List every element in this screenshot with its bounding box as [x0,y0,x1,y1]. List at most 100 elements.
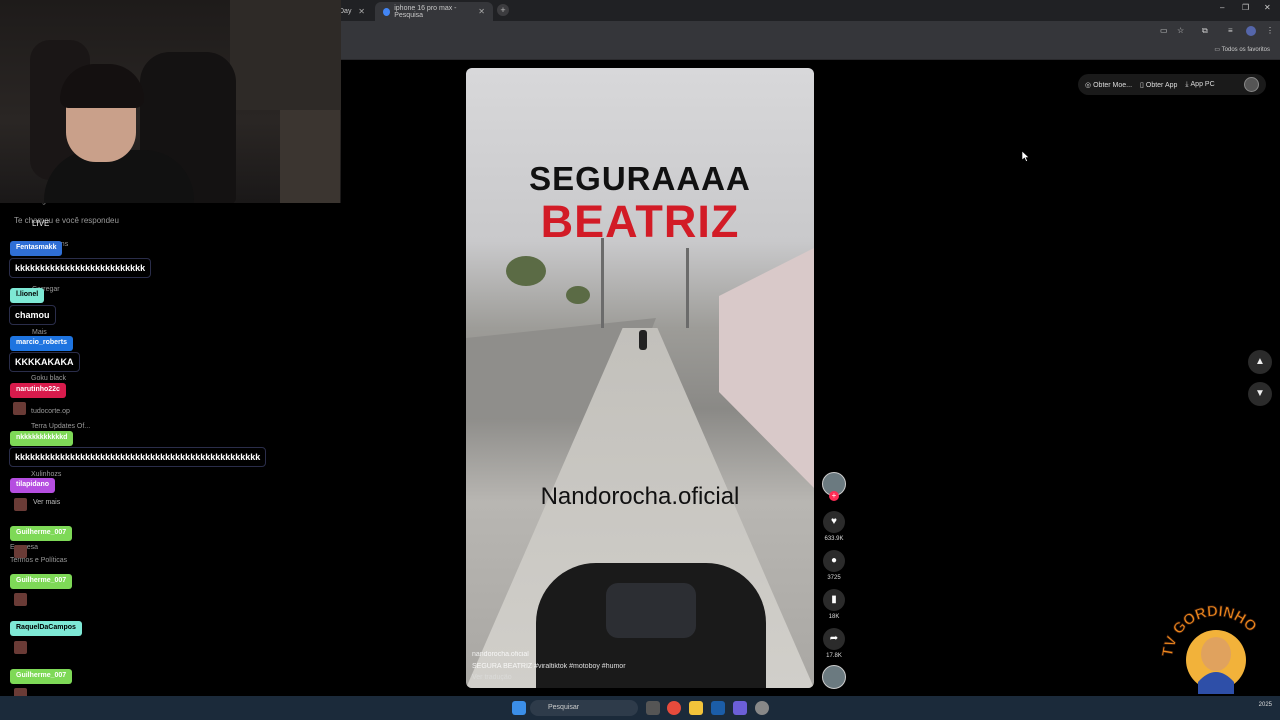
chat-avatar [14,593,27,606]
profile-icon[interactable] [1246,26,1256,36]
minimize-icon[interactable]: – [1220,3,1224,12]
comment-icon[interactable]: ● [823,550,845,572]
video-player[interactable]: SEGURAAAA BEATRIZ Nandorocha.oficial nan… [466,68,814,688]
windows-start-icon[interactable] [512,701,526,715]
chat-username: nkkkkkkkkkkkd [10,431,74,446]
like-action[interactable]: ♥ 633.9K [822,511,846,542]
chat-message: kkkkkkkkkkkkkkkkkkkkkkkkkkkkkkkkkkkkkkkk… [9,447,267,467]
pc-app-label: App PC [1190,80,1215,88]
background-wall [230,0,341,110]
video-scene-pole [686,248,689,328]
google-icon [383,7,391,16]
channel-logo: TV GORDINHO [1159,602,1272,702]
kebab-menu-icon[interactable]: ⋮ [1266,26,1274,35]
background-furniture [280,110,340,203]
cast-icon[interactable]: ▭ [1160,26,1168,35]
sound-disc-icon[interactable] [822,665,846,689]
close-window-icon[interactable]: ✕ [1264,3,1271,12]
sidebar-item-more[interactable]: Mais [32,329,47,336]
chat-username-text: nkkkkkkkkkkkd [16,434,68,441]
video-scene-wall [719,248,814,488]
steam-icon[interactable] [711,701,725,715]
chat-username-text: RaquelDaCampos [16,624,76,631]
screen: { "browser": { "tabs": [ {"title": "Day"… [0,0,1280,720]
chat-username: Fentasmakk [10,241,63,256]
chat-username: Guilherme_007 [10,574,73,589]
app-icon[interactable] [755,701,769,715]
chat-avatar [14,641,27,654]
video-scene-tree [566,286,590,304]
video-scene-person [639,330,647,350]
sidebar-account[interactable]: Goku black [31,375,66,382]
download-icon: ⤓ [1185,80,1189,88]
share-count: 17.8K [826,653,842,659]
close-tab-icon[interactable]: ✕ [478,7,485,16]
chat-username: tilapidano [10,478,56,493]
see-more-link[interactable]: Ver mais [33,499,60,506]
chat-username-text: l.lionel [16,291,39,298]
all-bookmarks[interactable]: ▭ Todos os favoritos [1214,46,1270,53]
chat-avatar [14,545,27,558]
chat-message: chamou [9,305,56,325]
sidebar-item-live[interactable]: LIVE [32,219,49,228]
chat-username-text: tilapidano [16,481,50,488]
discord-icon[interactable] [733,701,747,715]
tab-iphone-search[interactable]: iphone 16 pro max - Pesquisa ✕ [375,2,493,21]
streamer-hair [60,64,144,108]
windows-taskbar [0,696,1280,720]
bookmark-icon[interactable]: ▮ [823,589,845,611]
chat-message: KKKKAKAKA [9,352,80,372]
new-tab-button[interactable]: + [497,4,509,16]
sidebar-account[interactable]: Terra Updates Of... [31,423,90,430]
video-scene-dashboard [606,583,696,638]
save-count: 18K [828,614,840,620]
media-icon[interactable]: ≡ [1228,26,1233,35]
task-view-icon[interactable] [646,701,660,715]
chat-username-text: Guilherme_007 [16,529,67,536]
chat-username: RaquelDaCampos [10,621,82,636]
chat-username-text: Guilherme_007 [16,577,67,584]
share-action[interactable]: ➦ 17.8K [822,628,846,659]
sidebar-account[interactable]: Xulinhozs [31,471,61,478]
pc-app-button[interactable]: ⤓ App PC [1185,81,1214,89]
follow-plus-icon[interactable]: + [829,491,839,501]
chat-username-text: Fentasmakk [16,244,57,251]
share-icon[interactable]: ➦ [823,628,845,650]
comment-action[interactable]: ● 3725 [822,550,846,581]
chat-username: narutinho22c [10,383,66,398]
see-translation-link[interactable]: Ver tradução [472,674,512,681]
folder-icon: ▭ [1214,47,1222,53]
video-description: SEGURA BEATRIZ #viraltiktok #motoboy #hu… [472,663,626,670]
next-video-button[interactable]: ▼ [1248,382,1272,406]
notice-text: Te chamou e você respondeu [14,216,119,225]
profile-avatar[interactable] [1244,77,1259,92]
video-caption-line1: SEGURAAAA [529,160,751,197]
chat-avatar [13,402,26,415]
save-action[interactable]: ▮ 18K [822,589,846,620]
chat-message: kkkkkkkkkkkkkkkkkkkkkkkkkk [9,258,152,278]
tab-title: iphone 16 pro max - Pesquisa [394,4,457,19]
taskbar-clock[interactable]: 2025 [1259,702,1272,708]
sidebar-account[interactable]: tudocorte.op [31,408,70,415]
video-username[interactable]: nandorocha.oficial [472,651,529,658]
video-caption-line2: BEATRIZ [540,196,740,247]
maximize-icon[interactable]: ❐ [1242,3,1249,12]
taskbar-search-text: Pesquisar [548,704,580,711]
get-app-button[interactable]: ▯ Obter App [1140,81,1177,89]
tiktok-top-bar: ◎ Obter Moe... ▯ Obter App ⤓ App PC [1078,74,1266,95]
get-coins-label: Obter Moe... [1093,81,1133,89]
chat-username-text: marcio_roberts [16,339,67,346]
video-scene-pole [601,238,604,328]
taskbar-search[interactable]: Pesquisar [530,700,638,716]
extensions-icon[interactable]: ⧉ [1202,26,1208,36]
footer-link[interactable]: Termos e Políticas [10,557,67,564]
heart-icon[interactable]: ♥ [823,511,845,533]
file-explorer-icon[interactable] [689,701,703,715]
get-coins-button[interactable]: ◎ Obter Moe... [1085,81,1132,89]
chat-username-text: Guilherme_007 [16,672,67,679]
close-tab-icon[interactable]: ✕ [358,7,365,16]
chat-username: l.lionel [10,288,45,303]
chrome-icon[interactable] [667,701,681,715]
star-icon[interactable]: ☆ [1177,26,1184,35]
previous-video-button[interactable]: ▲ [1248,350,1272,374]
